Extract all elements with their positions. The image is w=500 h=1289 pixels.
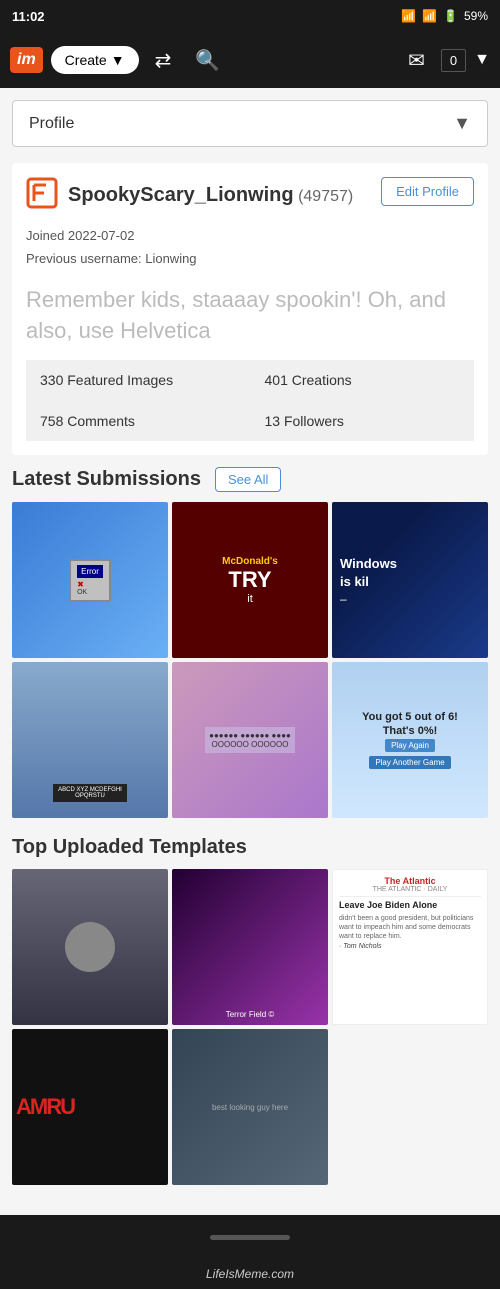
quiz-subtitle: That's 0%! [383, 725, 438, 737]
amogus-text: AMRU [16, 1094, 74, 1120]
wifi-icon: 📶 [401, 9, 416, 23]
windows-title: Windows [340, 555, 397, 573]
username: SpookyScary_Lionwing [68, 184, 294, 206]
user-header: SpookyScary_Lionwing (49757) Edit Profil… [26, 177, 474, 214]
atlantic-tagline: THE ATLANTIC · DAILY [339, 886, 481, 897]
nav-bar: im Create ▼ ⇄ 🔍 ✉ 0 ▼ [0, 32, 500, 88]
app-logo[interactable]: im [10, 47, 43, 73]
template-image-4[interactable]: AMRU [12, 1029, 168, 1185]
billboard-mockup: ABCD XYZ MCDEFGHI OPQRSTU [12, 662, 168, 818]
user-logo-icon [26, 177, 58, 214]
template-image-2[interactable]: Terror Field © [172, 869, 328, 1025]
mail-button[interactable]: ✉ [400, 44, 433, 77]
bottom-nav [0, 1215, 500, 1259]
top-templates-title: Top Uploaded Templates [12, 836, 247, 859]
stats-grid: 330 Featured Images 401 Creations 758 Co… [26, 360, 474, 441]
user-info-card: SpookyScary_Lionwing (49757) Edit Profil… [12, 163, 488, 455]
quiz-mockup: You got 5 out of 6! That's 0%! Play Agai… [332, 662, 488, 818]
windows-kil: is kil [340, 573, 369, 591]
template-image-5[interactable]: best looking guy here [172, 1029, 328, 1185]
quiz-play-again: Play Again [385, 739, 435, 752]
battery-icon: 🔋 [443, 9, 458, 23]
footer-text: LifeIsMeme.com [206, 1267, 294, 1281]
latest-submissions-grid: Error ✖ OK McDonald's TRY it Windows is … [12, 502, 488, 818]
latest-submissions-header: Latest Submissions See All [12, 467, 488, 492]
main-content: Profile ▼ SpookyScary_Lionwing (49757) [0, 88, 500, 1215]
stat-followers: 13 Followers [251, 401, 475, 441]
windows-dash: – [340, 592, 347, 606]
profile-selector-label: Profile [29, 115, 74, 133]
latest-submissions-section: Latest Submissions See All Error ✖ OK Mc… [12, 467, 488, 818]
previous-username: Previous username: Lionwing [26, 247, 474, 270]
edit-profile-button[interactable]: Edit Profile [381, 177, 474, 206]
submission-image-3[interactable]: Windows is kil – [332, 502, 488, 658]
atlantic-author: · Tom Nichols [339, 943, 481, 950]
status-time: 11:02 [12, 9, 45, 24]
user-points: (49757) [298, 188, 353, 205]
billboard-text: ABCD XYZ MCDEFGHI OPQRSTU [53, 784, 127, 802]
user-bio: Remember kids, staaaay spookin'! Oh, and… [26, 285, 474, 347]
atlantic-logo: The Atlantic [339, 876, 481, 886]
quiz-score: You got 5 out of 6! [362, 711, 458, 723]
profile-selector[interactable]: Profile ▼ [12, 100, 488, 147]
mcdonalds-mockup: McDonald's TRY it [172, 502, 328, 658]
user-meta: Joined 2022-07-02 Previous username: Lio… [26, 224, 474, 271]
top-templates-header: Top Uploaded Templates [12, 836, 488, 859]
search-button[interactable]: 🔍 [187, 44, 228, 77]
template-image-3[interactable]: The Atlantic THE ATLANTIC · DAILY Leave … [332, 869, 488, 1025]
home-indicator[interactable] [210, 1235, 290, 1240]
submission-image-6[interactable]: You got 5 out of 6! That's 0%! Play Agai… [332, 662, 488, 818]
join-date: Joined 2022-07-02 [26, 224, 474, 247]
profile-selector-arrow: ▼ [453, 113, 471, 134]
footer: LifeIsMeme.com [0, 1259, 500, 1289]
create-label: Create [65, 52, 107, 68]
atlantic-headline: Leave Joe Biden Alone [339, 900, 481, 912]
submission-image-1[interactable]: Error ✖ OK [12, 502, 168, 658]
quiz-play-another: Play Another Game [369, 756, 450, 769]
atlantic-body: didn't been a good president, but politi… [339, 914, 481, 941]
shuffle-button[interactable]: ⇄ [147, 44, 180, 77]
submission-image-2[interactable]: McDonald's TRY it [172, 502, 328, 658]
status-icons: 📶 📶 🔋 59% [401, 9, 488, 23]
stat-creations: 401 Creations [251, 360, 475, 400]
create-button[interactable]: Create ▼ [51, 46, 139, 74]
template-image-1[interactable] [12, 869, 168, 1025]
nav-dropdown-button[interactable]: ▼ [474, 51, 490, 69]
atlantic-mockup: The Atlantic THE ATLANTIC · DAILY Leave … [333, 870, 487, 1024]
signal-icon: 📶 [422, 9, 437, 23]
amogus-mockup: AMRU [12, 1029, 168, 1185]
stat-featured: 330 Featured Images [26, 360, 250, 400]
submission-image-5[interactable]: ●●●●●● ●●●●●● ●●●● OOOOOO OOOOOO [172, 662, 328, 818]
stat-comments: 758 Comments [26, 401, 250, 441]
notif-count: 0 [441, 49, 466, 72]
create-arrow-icon: ▼ [111, 52, 125, 68]
error-window-mockup: Error ✖ OK [69, 559, 111, 602]
mcdonalds-label: McDonald's [222, 556, 278, 567]
status-bar: 11:02 📶 📶 🔋 59% [0, 0, 500, 32]
see-all-button[interactable]: See All [215, 467, 281, 492]
windows-mockup: Windows is kil – [332, 502, 488, 658]
top-templates-grid: Terror Field © The Atlantic THE ATLANTIC… [12, 869, 488, 1185]
battery-percent: 59% [464, 9, 488, 23]
user-name-row: SpookyScary_Lionwing (49757) [26, 177, 353, 214]
latest-submissions-title: Latest Submissions [12, 468, 201, 491]
top-templates-section: Top Uploaded Templates Terror Field © Th… [12, 836, 488, 1185]
try-text: TRY [228, 567, 271, 593]
submission-image-4[interactable]: ABCD XYZ MCDEFGHI OPQRSTU [12, 662, 168, 818]
